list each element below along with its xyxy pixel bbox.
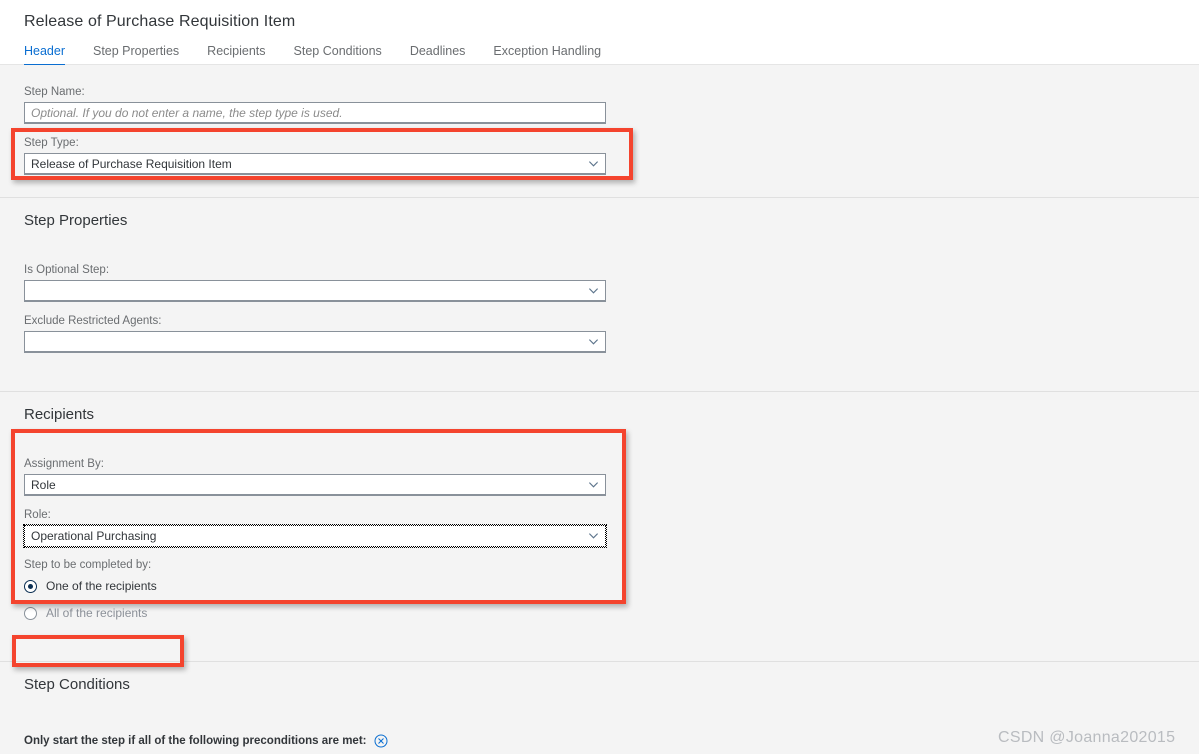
radio-one-of-recipients[interactable]: One of the recipients (24, 575, 1175, 597)
page-title: Release of Purchase Requisition Item (24, 13, 296, 30)
circle-x-icon[interactable] (374, 734, 388, 748)
tab-bar: Header Step Properties Recipients Step C… (0, 40, 1199, 66)
step-type-select-wrap: Release of Purchase Requisition Item (24, 153, 606, 175)
step-type-select[interactable]: Release of Purchase Requisition Item (24, 153, 606, 175)
step-name-input[interactable]: Optional. If you do not enter a name, th… (24, 102, 606, 124)
tab-deadlines[interactable]: Deadlines (410, 44, 466, 66)
radio-all-of-recipients[interactable]: All of the recipients (24, 602, 1175, 624)
page-header: Release of Purchase Requisition Item Hea… (0, 0, 1199, 66)
step-properties-section: Step Properties Is Optional Step: Exclud… (0, 198, 1199, 367)
content-area: Step Name: Optional. If you do not enter… (0, 65, 1199, 754)
exclude-restricted-agents-label: Exclude Restricted Agents: (24, 315, 162, 327)
exclude-restricted-agents-select[interactable] (24, 331, 606, 353)
step-properties-title: Step Properties (24, 212, 128, 229)
assignment-by-select[interactable]: Role (24, 474, 606, 496)
tab-header[interactable]: Header (24, 44, 65, 66)
role-select-wrap: Operational Purchasing (23, 524, 607, 548)
radio-all-of-recipients-label: All of the recipients (46, 606, 148, 620)
role-label: Role: (24, 509, 51, 521)
precondition-text: Only start the step if all of the follow… (24, 735, 367, 747)
precondition-header: Only start the step if all of the follow… (24, 734, 1175, 748)
role-select[interactable]: Operational Purchasing (23, 524, 607, 548)
step-type-label: Step Type: (24, 137, 79, 149)
exclude-restricted-agents-select-wrap (24, 331, 606, 353)
completed-by-label: Step to be completed by: (24, 559, 152, 571)
is-optional-step-label: Is Optional Step: (24, 264, 110, 276)
recipients-section: Recipients Assignment By: Role Role: Ope… (0, 392, 1199, 636)
step-name-label: Step Name: (24, 86, 85, 98)
assignment-by-select-wrap: Role (24, 474, 606, 496)
tab-step-conditions[interactable]: Step Conditions (294, 44, 382, 66)
tab-recipients[interactable]: Recipients (207, 44, 265, 66)
step-conditions-section: Step Conditions Only start the step if a… (0, 662, 1199, 754)
radio-one-of-recipients-label: One of the recipients (46, 579, 157, 593)
radio-selected-icon (24, 579, 37, 593)
radio-unselected-icon (24, 606, 37, 620)
recipients-title: Recipients (24, 406, 95, 423)
tab-exception-handling[interactable]: Exception Handling (493, 44, 601, 66)
step-conditions-title: Step Conditions (24, 676, 130, 693)
assignment-by-label: Assignment By: (24, 458, 104, 470)
is-optional-step-select[interactable] (24, 280, 606, 302)
general-section: Step Name: Optional. If you do not enter… (0, 65, 1199, 185)
step-name-input-wrap: Optional. If you do not enter a name, th… (24, 102, 606, 124)
tab-step-properties[interactable]: Step Properties (93, 44, 179, 66)
app-page: Release of Purchase Requisition Item Hea… (0, 0, 1199, 754)
is-optional-step-select-wrap (24, 280, 606, 302)
